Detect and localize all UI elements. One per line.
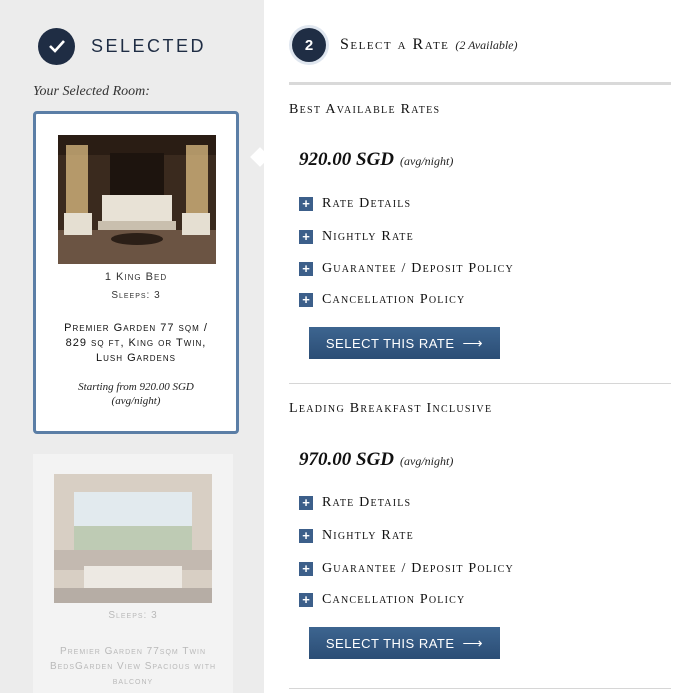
guarantee-policy-toggle[interactable]: + Guarantee / Deposit Policy — [299, 261, 514, 277]
room-photo-2 — [54, 474, 212, 603]
room-starting-price: Starting from 920.00 SGD (avg/night) — [78, 381, 194, 407]
your-room-label: Your Selected Room: — [33, 84, 150, 99]
step-number-badge: 2 — [292, 28, 326, 62]
rate-details-toggle[interactable]: + Rate Details — [299, 196, 411, 212]
price-value: 920.00 SGD — [299, 149, 395, 170]
rate-divider — [289, 383, 671, 384]
select-rate-button[interactable]: SELECT THIS RATE ⟶ — [309, 327, 500, 359]
sleeps-info: Sleeps: 3 — [111, 290, 161, 301]
room-name-2: Premier Garden 77sqm Twin BedsGarden Vie… — [49, 646, 217, 687]
nightly-rate-toggle[interactable]: + Nightly Rate — [299, 528, 414, 544]
accordion-label: Cancellation Policy — [322, 592, 466, 607]
accordion-label: Rate Details — [322, 196, 412, 211]
price-unit: (avg/night) — [400, 154, 454, 168]
plus-icon: + — [299, 496, 313, 510]
plus-icon: + — [299, 593, 313, 607]
plus-icon: + — [299, 197, 313, 211]
accordion-label: Guarantee / Deposit Policy — [322, 261, 514, 276]
check-icon — [38, 27, 75, 65]
room-name: Premier Garden 77 sqm / 829 sq ft, King … — [64, 322, 208, 364]
available-count: (2 Available) — [455, 37, 518, 52]
cancellation-policy-toggle[interactable]: + Cancellation Policy — [299, 592, 465, 608]
selected-room-panel: SELECTED Your Selected Room: 1 King Bed … — [0, 0, 270, 693]
selected-title: SELECTED — [91, 35, 207, 56]
sleeps-info-2: Sleeps: 3 — [108, 610, 158, 621]
select-rate-label: SELECT THIS RATE — [325, 635, 455, 651]
rate-details-toggle[interactable]: + Rate Details — [299, 495, 411, 511]
plus-icon: + — [299, 293, 313, 307]
accordion-label: Nightly Rate — [322, 528, 414, 543]
accordion-label: Cancellation Policy — [322, 292, 466, 307]
accordion-label: Guarantee / Deposit Policy — [322, 561, 514, 576]
rate-title: Best Available Rates — [289, 102, 441, 117]
select-rate-label: SELECT THIS RATE — [325, 335, 455, 351]
rate-divider — [289, 688, 671, 689]
arrow-right-icon: ⟶ — [462, 334, 484, 351]
guarantee-policy-toggle[interactable]: + Guarantee / Deposit Policy — [299, 561, 514, 577]
select-rate-button[interactable]: SELECT THIS RATE ⟶ — [309, 627, 500, 659]
accordion-label: Nightly Rate — [322, 229, 414, 244]
rate-price: 970.00 SGD (avg/night) — [299, 449, 453, 471]
selected-room-card[interactable]: 1 King Bed Sleeps: 3 Premier Garden 77 s… — [33, 111, 239, 434]
plus-icon: + — [299, 529, 313, 543]
plus-icon: + — [299, 230, 313, 244]
price-unit: (avg/night) — [400, 454, 454, 468]
rate-price: 920.00 SGD (avg/night) — [299, 149, 453, 171]
rate-title: Leading Breakfast Inclusive — [289, 401, 493, 416]
other-room-card[interactable]: Sleeps: 3 Premier Garden 77sqm Twin Beds… — [33, 454, 233, 693]
plus-icon: + — [299, 562, 313, 576]
accordion-label: Rate Details — [322, 495, 412, 510]
header-divider — [289, 82, 671, 85]
step-header: 2 Select a Rate (2 Available) — [292, 28, 518, 62]
room-photo — [58, 135, 216, 264]
price-value: 970.00 SGD — [299, 449, 395, 470]
plus-icon: + — [299, 262, 313, 276]
nightly-rate-toggle[interactable]: + Nightly Rate — [299, 229, 414, 245]
cancellation-policy-toggle[interactable]: + Cancellation Policy — [299, 292, 465, 308]
selected-header: SELECTED — [38, 27, 206, 65]
arrow-right-icon: ⟶ — [462, 634, 484, 651]
step-title: Select a Rate — [340, 36, 450, 53]
bed-info: 1 King Bed — [104, 271, 168, 283]
